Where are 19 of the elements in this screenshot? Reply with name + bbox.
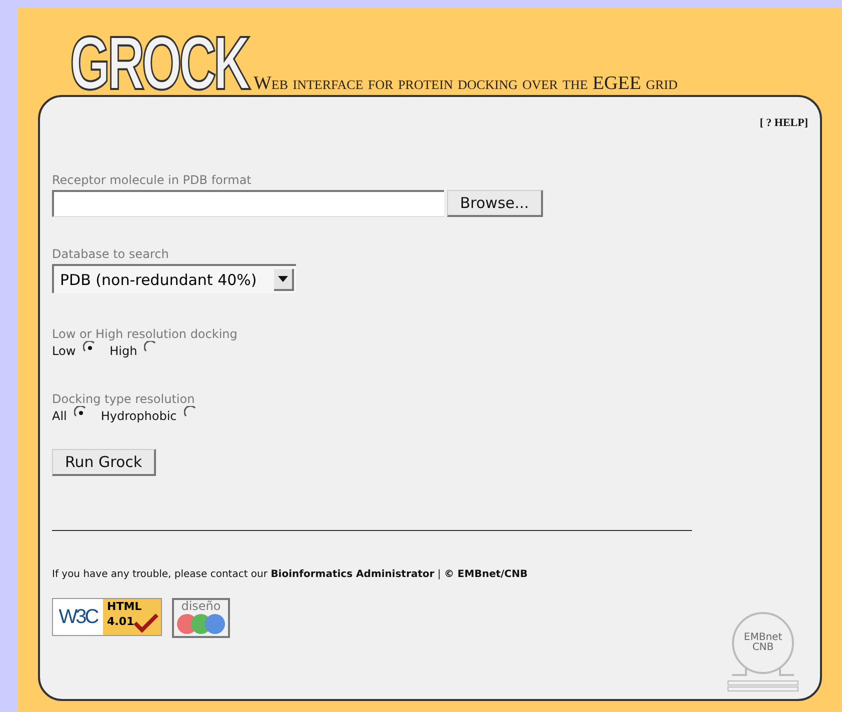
radio-label: High [110, 344, 138, 358]
field-label: Low or High resolution docking [52, 327, 238, 341]
browse-button[interactable]: Browse... [447, 190, 543, 217]
radio-label: Hydrophobic [100, 409, 177, 423]
radio-label: All [52, 409, 67, 423]
field-label: Database to search [52, 247, 170, 261]
contact-text: If you have any trouble, please contact our Bioinformatics Administrator | © EMBnet/CNB [52, 569, 529, 580]
logo-text: CNB [751, 643, 775, 653]
run-button[interactable]: Run Grock [52, 449, 156, 476]
database-dropdown[interactable]: PDB (non-redundant 40%) [52, 264, 296, 293]
radio-label: Low [52, 344, 76, 358]
file-input-field[interactable] [52, 190, 444, 217]
design-badge[interactable]: diseño [172, 598, 230, 638]
logo-text: EMBnet [742, 633, 784, 643]
logo-title: GROCK [70, 25, 248, 101]
dropdown-arrow-icon [278, 276, 288, 282]
help-link[interactable]: [ ? HELP] [760, 117, 808, 129]
field-label: Receptor molecule in PDB format [52, 173, 252, 187]
field-label: Docking type resolution [52, 392, 196, 406]
